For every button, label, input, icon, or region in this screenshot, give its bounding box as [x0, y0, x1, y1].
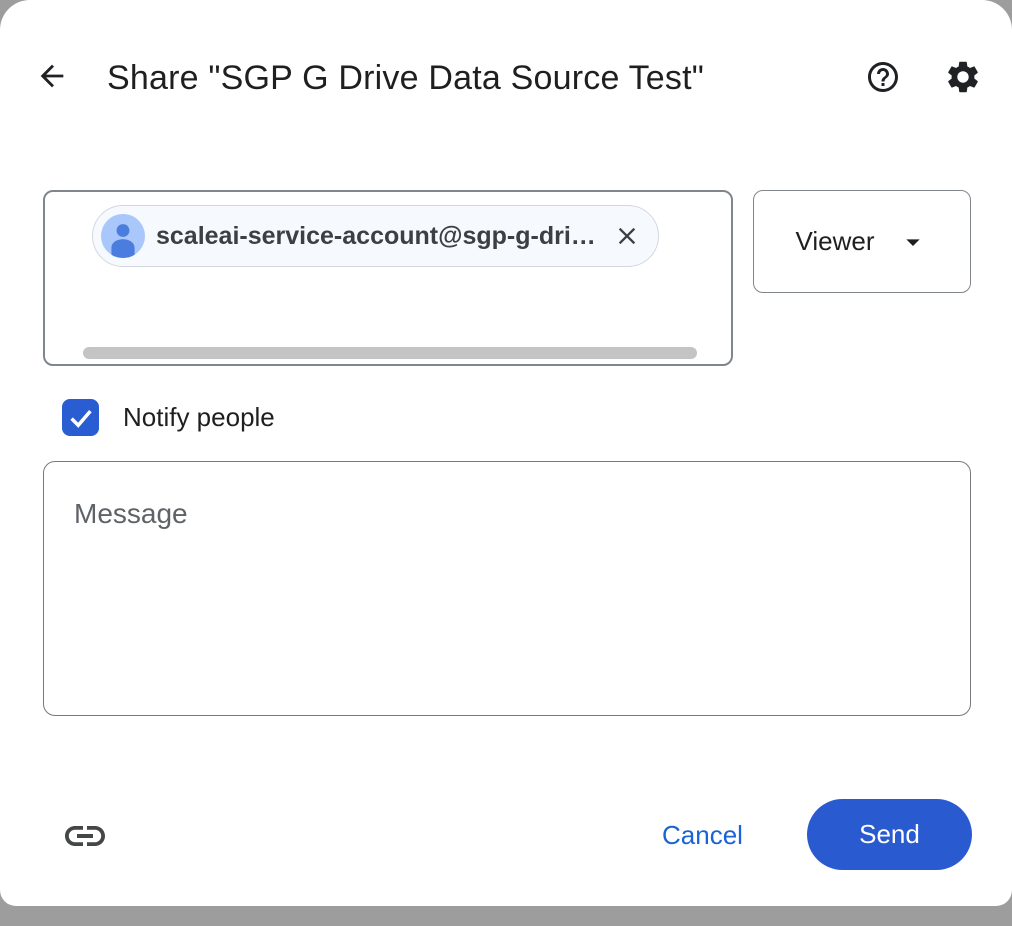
close-icon: [613, 222, 641, 250]
gear-icon: [944, 58, 982, 96]
notify-checkbox[interactable]: [62, 399, 99, 436]
notify-people-label: Notify people: [123, 402, 275, 432]
help-icon: [865, 59, 901, 95]
message-input[interactable]: [43, 461, 971, 716]
role-dropdown[interactable]: Viewer: [753, 190, 971, 293]
back-button[interactable]: [33, 57, 71, 95]
recipients-input[interactable]: scaleai-service-account@sgp-g-dri…: [43, 190, 733, 366]
dialog-title: Share "SGP G Drive Data Source Test": [107, 59, 705, 97]
help-button[interactable]: [862, 56, 904, 98]
checkmark-icon: [66, 403, 96, 433]
settings-button[interactable]: [940, 54, 986, 100]
remove-recipient-button[interactable]: [612, 221, 642, 251]
recipient-chip[interactable]: scaleai-service-account@sgp-g-dri…: [92, 205, 659, 267]
person-avatar-icon: [101, 214, 145, 258]
link-icon: [61, 812, 109, 860]
copy-link-button[interactable]: [56, 808, 114, 864]
recipient-email: scaleai-service-account@sgp-g-dri…: [156, 221, 596, 250]
notify-people-row[interactable]: Notify people: [62, 399, 275, 436]
share-dialog: Share "SGP G Drive Data Source Test" sca…: [0, 0, 1012, 906]
cancel-button[interactable]: Cancel: [636, 804, 769, 866]
send-button[interactable]: Send: [807, 799, 972, 870]
arrow-left-icon: [35, 59, 69, 93]
role-dropdown-value: Viewer: [795, 226, 875, 256]
chevron-down-icon: [897, 226, 929, 258]
horizontal-scrollbar[interactable]: [83, 347, 697, 359]
